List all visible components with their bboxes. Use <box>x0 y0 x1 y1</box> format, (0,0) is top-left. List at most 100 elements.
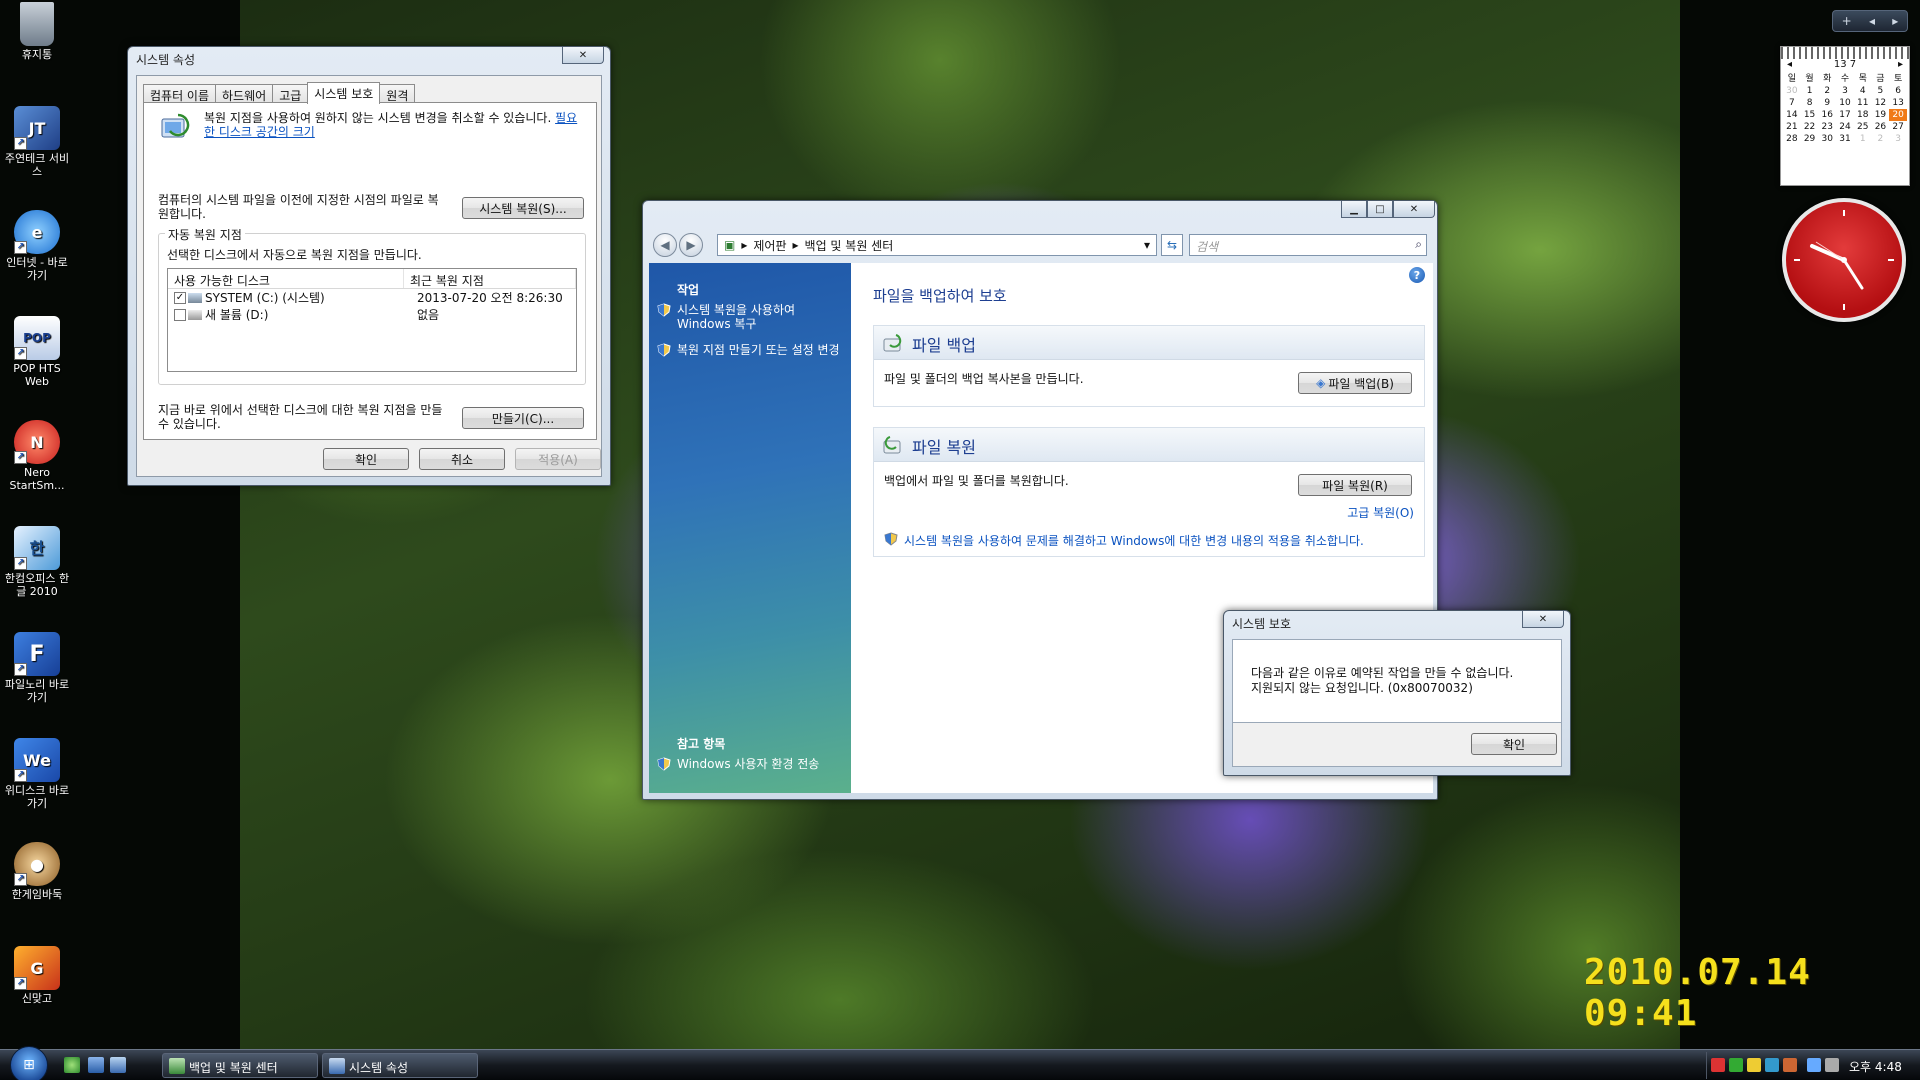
create-restore-point-button[interactable]: 만들기(C)... <box>462 407 584 429</box>
calendar-day[interactable]: 28 <box>1783 133 1801 145</box>
calendar-day[interactable]: 3 <box>1836 85 1854 97</box>
calendar-day[interactable]: 29 <box>1801 133 1819 145</box>
system-restore-button[interactable]: 시스템 복원(S)... <box>462 197 584 219</box>
task-create-restore-point[interactable]: 복원 지점 만들기 또는 설정 변경 <box>677 343 845 357</box>
disk-d-checkbox[interactable] <box>174 308 186 321</box>
desktop-icon-pop-hts[interactable]: POP ↗ POP HTS Web <box>4 316 70 388</box>
close-button[interactable]: ✕ <box>562 47 604 64</box>
search-input[interactable]: 검색 ⌕ <box>1189 234 1427 256</box>
breadcrumb-backup-center[interactable]: 백업 및 복원 센터 <box>805 237 894 254</box>
cancel-button[interactable]: 취소 <box>419 448 505 470</box>
calendar-day[interactable]: 16 <box>1818 109 1836 121</box>
column-header-disk[interactable]: 사용 가능한 디스크 <box>168 269 404 288</box>
calendar-day[interactable]: 10 <box>1836 97 1854 109</box>
desktop-icon-hangame-baduk[interactable]: ● ↗ 한게임바둑 <box>4 842 70 901</box>
start-button[interactable]: ⊞ <box>10 1046 48 1080</box>
calendar-day[interactable]: 1 <box>1801 85 1819 97</box>
calendar-day[interactable]: 3 <box>1889 133 1907 145</box>
calendar-day[interactable]: 19 <box>1872 109 1890 121</box>
quicklaunch-shield-icon[interactable] <box>64 1057 80 1073</box>
desktop-icon-nero[interactable]: N ↗ Nero StartSm... <box>4 420 70 492</box>
task-system-restore[interactable]: 시스템 복원을 사용하여 Windows 복구 <box>677 303 845 331</box>
next-gadget-icon[interactable]: ▸ <box>1892 14 1898 28</box>
see-also-easy-transfer[interactable]: Windows 사용자 환경 전송 <box>677 757 845 771</box>
maximize-button[interactable]: □ <box>1367 201 1393 218</box>
calendar-day[interactable]: 23 <box>1818 121 1836 133</box>
calendar-day[interactable]: 4 <box>1854 85 1872 97</box>
calendar-day[interactable]: 5 <box>1872 85 1890 97</box>
show-desktop-icon[interactable] <box>88 1057 104 1073</box>
advanced-restore-link[interactable]: 고급 복원(O) <box>1347 504 1414 521</box>
desktop-icon-filenori[interactable]: F ↗ 파일노리 바로가기 <box>4 632 70 704</box>
backup-files-button[interactable]: ◈ 파일 백업(B) <box>1298 372 1412 394</box>
apply-button[interactable]: 적용(A) <box>515 448 601 470</box>
taskbar-button-backup-center[interactable]: 백업 및 복원 센터 <box>162 1053 318 1078</box>
calendar-day[interactable]: 25 <box>1854 121 1872 133</box>
calendar-day[interactable]: 17 <box>1836 109 1854 121</box>
ok-button[interactable]: 확인 <box>1471 733 1557 755</box>
column-header-last-restore[interactable]: 최근 복원 지점 <box>404 269 576 288</box>
forward-button[interactable]: ▶ <box>679 233 703 257</box>
calendar-day[interactable]: 2 <box>1872 133 1890 145</box>
disk-row-c[interactable]: ✓ SYSTEM (C:) (시스템) 2013-07-20 오전 8:26:3… <box>168 289 576 306</box>
breadcrumb-control-panel[interactable]: 제어판 <box>753 237 786 254</box>
calendar-day[interactable]: 12 <box>1872 97 1890 109</box>
calendar-day[interactable]: 24 <box>1836 121 1854 133</box>
prev-gadget-icon[interactable]: ◂ <box>1869 14 1875 28</box>
tab-computer-name[interactable]: 컴퓨터 이름 <box>143 84 217 103</box>
calendar-day[interactable]: 6 <box>1889 85 1907 97</box>
calendar-day[interactable]: 7 <box>1783 97 1801 109</box>
calendar-day[interactable]: 30 <box>1783 85 1801 97</box>
tray-network-icon[interactable] <box>1765 1058 1779 1072</box>
tray-app-icon[interactable] <box>1747 1058 1761 1072</box>
calendar-day[interactable]: 27 <box>1889 121 1907 133</box>
restore-files-button[interactable]: 파일 복원(R) <box>1298 474 1412 496</box>
calendar-day[interactable]: 11 <box>1854 97 1872 109</box>
back-button[interactable]: ◀ <box>653 233 677 257</box>
calendar-day[interactable]: 21 <box>1783 121 1801 133</box>
tray-display-icon[interactable] <box>1807 1058 1821 1072</box>
tab-hardware[interactable]: 하드웨어 <box>215 84 274 103</box>
calendar-day[interactable]: 31 <box>1836 133 1854 145</box>
desktop-icon-hancom[interactable]: 한 ↗ 한컴오피스 한글 2010 <box>4 526 70 598</box>
volume-icon[interactable] <box>1825 1058 1839 1072</box>
desktop-icon-widisk[interactable]: We ↗ 위디스크 바로가기 <box>4 738 70 810</box>
minimize-button[interactable]: ▁ <box>1341 201 1367 218</box>
calendar-prev-icon[interactable]: ◂ <box>1787 59 1792 70</box>
desktop-icon-matgo[interactable]: G ↗ 신맞고 <box>4 946 70 1005</box>
desktop-icon-internet[interactable]: e ↗ 인터넷 - 바로 가기 <box>4 210 70 282</box>
calendar-day[interactable]: 20 <box>1889 109 1907 121</box>
calendar-next-icon[interactable]: ▸ <box>1898 59 1903 70</box>
calendar-day[interactable]: 22 <box>1801 121 1819 133</box>
refresh-button[interactable]: ⇆ <box>1161 234 1183 256</box>
calendar-day[interactable]: 8 <box>1801 97 1819 109</box>
calendar-day[interactable]: 15 <box>1801 109 1819 121</box>
calendar-day[interactable]: 9 <box>1818 97 1836 109</box>
calendar-day[interactable]: 30 <box>1818 133 1836 145</box>
tray-app-icon[interactable] <box>1783 1058 1797 1072</box>
calendar-day[interactable]: 2 <box>1818 85 1836 97</box>
desktop-icon-recycle-bin[interactable]: 휴지통 <box>4 2 70 61</box>
switch-windows-icon[interactable] <box>110 1057 126 1073</box>
calendar-day[interactable]: 1 <box>1854 133 1872 145</box>
tray-security-icon[interactable] <box>1729 1058 1743 1072</box>
add-gadget-icon[interactable]: + <box>1842 14 1852 28</box>
search-icon[interactable]: ⌕ <box>1415 237 1422 252</box>
taskbar-button-system-properties[interactable]: 시스템 속성 <box>322 1053 478 1078</box>
address-bar[interactable]: ▣ ▸ 제어판 ▸ 백업 및 복원 센터 ▾ <box>717 234 1157 256</box>
help-icon[interactable]: ? <box>1409 267 1425 283</box>
calendar-day[interactable]: 14 <box>1783 109 1801 121</box>
disk-c-checkbox[interactable]: ✓ <box>174 291 186 304</box>
system-restore-link[interactable]: 시스템 복원을 사용하여 문제를 해결하고 Windows에 대한 변경 내용의… <box>904 532 1364 549</box>
tray-app-icon[interactable] <box>1711 1058 1725 1072</box>
address-dropdown-icon[interactable]: ▾ <box>1144 238 1150 252</box>
desktop-icon-jooyon-service[interactable]: JT ↗ 주연테크 서비스 <box>4 106 70 178</box>
ok-button[interactable]: 확인 <box>323 448 409 470</box>
tab-advanced[interactable]: 고급 <box>272 84 309 103</box>
calendar-day[interactable]: 26 <box>1872 121 1890 133</box>
clock-time[interactable]: 오후 4:48 <box>1849 1058 1902 1075</box>
close-button[interactable]: ✕ <box>1393 201 1435 218</box>
tab-remote[interactable]: 원격 <box>379 84 416 103</box>
tab-system-protection[interactable]: 시스템 보호 <box>307 82 381 104</box>
close-button[interactable]: ✕ <box>1522 611 1564 628</box>
